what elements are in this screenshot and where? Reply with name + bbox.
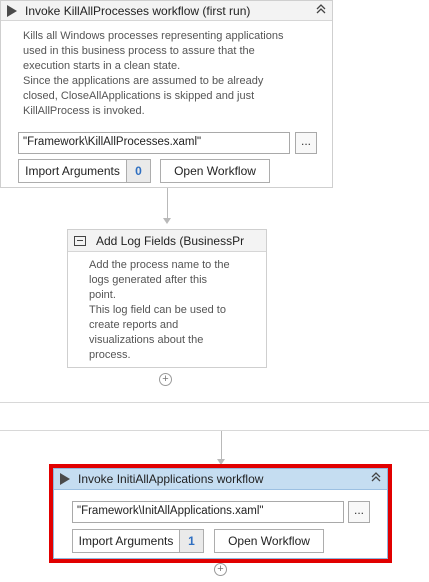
browse-button[interactable]: ... bbox=[295, 132, 317, 154]
connector-line bbox=[167, 188, 168, 218]
activity-header[interactable]: Invoke KillAllProcesses workflow (first … bbox=[1, 1, 332, 21]
add-activity-icon[interactable]: + bbox=[159, 373, 172, 386]
argument-count-badge: 1 bbox=[180, 529, 204, 553]
invoke-killallprocesses-activity[interactable]: Invoke KillAllProcesses workflow (first … bbox=[0, 0, 333, 188]
activity-header[interactable]: Add Log Fields (BusinessPr bbox=[68, 230, 266, 252]
play-icon bbox=[60, 473, 70, 485]
sequence-divider bbox=[0, 430, 429, 431]
add-log-fields-activity[interactable]: Add Log Fields (BusinessPr Add the proce… bbox=[67, 229, 267, 368]
double-chevron-up-icon[interactable] bbox=[371, 471, 381, 487]
activity-description: Add the process name to the logs generat… bbox=[89, 259, 230, 361]
activity-title: Invoke KillAllProcesses workflow (first … bbox=[25, 3, 251, 18]
open-workflow-button[interactable]: Open Workflow bbox=[160, 159, 270, 183]
activity-title: Invoke InitiAllApplications workflow bbox=[78, 472, 264, 486]
browse-button[interactable]: ... bbox=[348, 501, 370, 523]
add-activity-icon[interactable]: + bbox=[214, 563, 227, 576]
activity-title: Add Log Fields (BusinessPr bbox=[96, 233, 245, 248]
workflow-path-input[interactable]: "Framework\InitAllApplications.xaml" bbox=[72, 501, 344, 523]
activity-description: Kills all Windows processes representing… bbox=[23, 30, 284, 117]
workflow-path-input[interactable]: "Framework\KillAllProcesses.xaml" bbox=[18, 132, 290, 154]
log-fields-icon bbox=[74, 235, 86, 246]
argument-count-badge: 0 bbox=[127, 159, 151, 183]
open-workflow-button[interactable]: Open Workflow bbox=[214, 529, 324, 553]
connector-line bbox=[221, 431, 222, 459]
import-arguments-button[interactable]: Import Arguments bbox=[18, 159, 127, 183]
connector-arrow bbox=[163, 218, 171, 224]
import-arguments-button[interactable]: Import Arguments bbox=[72, 529, 180, 553]
double-chevron-up-icon[interactable] bbox=[316, 3, 326, 19]
play-icon bbox=[7, 4, 17, 17]
activity-header[interactable]: Invoke InitiAllApplications workflow bbox=[54, 469, 387, 490]
sequence-divider bbox=[0, 402, 429, 403]
invoke-initallapplications-activity[interactable]: Invoke InitiAllApplications workflow "Fr… bbox=[53, 468, 388, 559]
